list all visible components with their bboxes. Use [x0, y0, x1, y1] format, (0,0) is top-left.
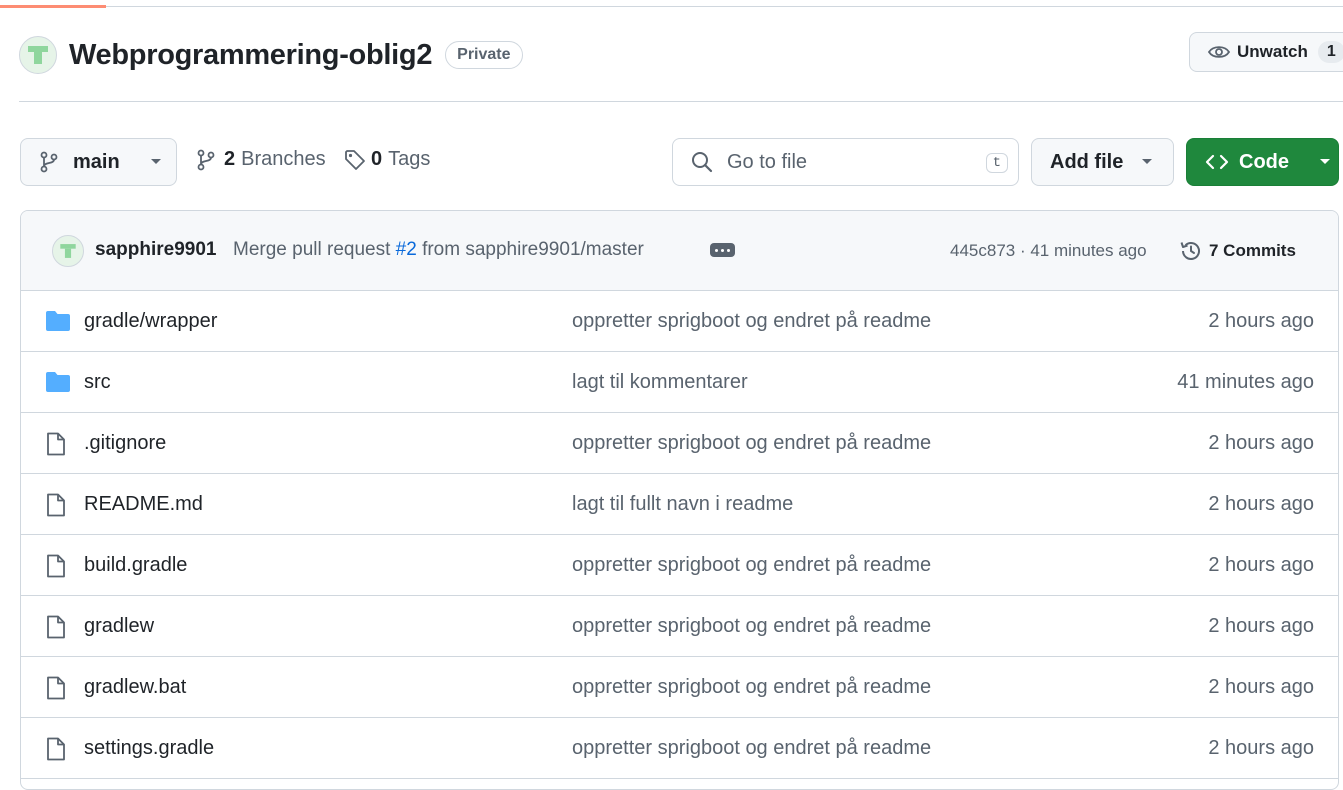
file-commit-age: 2 hours ago	[1208, 493, 1314, 515]
file-row[interactable]: settings.gradle oppretter sprigboot og en…	[21, 718, 1338, 779]
file-row[interactable]: build.gradle oppretter sprigboot og endre…	[21, 535, 1338, 596]
file-name-link[interactable]: gradle/wrapper	[84, 310, 217, 333]
file-row[interactable]: src lagt til kommentarer 41 minutes ago	[21, 352, 1338, 413]
file-commit-message[interactable]: lagt til kommentarer	[572, 371, 748, 394]
tags-label: Tags	[388, 148, 431, 170]
add-file-label: Add file	[1050, 150, 1124, 173]
code-button[interactable]: Code	[1186, 138, 1339, 186]
file-commit-age: 2 hours ago	[1208, 310, 1314, 332]
file-commit-age: 2 hours ago	[1208, 432, 1314, 454]
unwatch-label: Unwatch	[1237, 42, 1308, 61]
tags-count: 0	[371, 148, 383, 170]
file-icon	[45, 737, 67, 767]
expand-commit-button[interactable]	[710, 243, 735, 257]
file-icon	[45, 493, 67, 523]
file-commit-message[interactable]: oppretter sprigboot og endret på readme	[572, 432, 931, 455]
caret-down-icon	[150, 159, 161, 164]
file-row[interactable]: gradle/wrapper oppretter sprigboot og end…	[21, 291, 1338, 352]
pull-request-link[interactable]: #2	[396, 239, 417, 260]
unwatch-button[interactable]: Unwatch 1	[1189, 32, 1343, 72]
visibility-badge: Private	[445, 41, 523, 69]
file-row[interactable]: gradlew.bat oppretter sprigboot og endret…	[21, 657, 1338, 718]
file-name-link[interactable]: settings.gradle	[84, 737, 214, 760]
commit-message-suffix: from sapphire9901/master	[416, 239, 644, 260]
file-commit-age: 2 hours ago	[1208, 615, 1314, 637]
file-commit-message[interactable]: oppretter sprigboot og endret på readme	[572, 737, 931, 760]
folder-icon	[45, 310, 71, 338]
latest-commit-bar: sapphire9901 Merge pull request #2 from …	[21, 211, 1338, 291]
file-commit-message[interactable]: lagt til fullt navn i readme	[572, 493, 793, 516]
search-input[interactable]	[725, 149, 969, 175]
file-commit-message[interactable]: oppretter sprigboot og endret på readme	[572, 554, 931, 577]
commit-message-prefix: Merge pull request	[233, 239, 396, 260]
add-file-button[interactable]: Add file	[1031, 138, 1174, 186]
search-shortcut-key: t	[985, 153, 1008, 173]
file-row[interactable]: .gitignore oppretter sprigboot og endret …	[21, 413, 1338, 474]
owner-avatar[interactable]	[19, 36, 57, 74]
file-name-link[interactable]: build.gradle	[84, 554, 187, 577]
file-commit-age: 2 hours ago	[1208, 676, 1314, 698]
watch-count: 1	[1317, 41, 1343, 63]
file-name-link[interactable]: gradlew.bat	[84, 676, 186, 699]
file-row[interactable]: README.md lagt til fullt navn i readme 2 h…	[21, 474, 1338, 535]
file-commit-message[interactable]: oppretter sprigboot og endret på readme	[572, 310, 931, 333]
file-name-link[interactable]: gradlew	[84, 615, 154, 638]
search-icon	[692, 152, 713, 173]
file-icon	[45, 615, 67, 645]
code-icon	[1205, 154, 1229, 170]
tag-icon	[345, 149, 365, 170]
file-list: gradle/wrapper oppretter sprigboot og end…	[21, 291, 1338, 779]
header-divider	[19, 101, 1343, 102]
go-to-file-search[interactable]: t	[672, 138, 1019, 186]
file-name-link[interactable]: src	[84, 371, 111, 394]
file-icon	[45, 676, 67, 706]
repo-header: Webprogrammering-oblig2 Private	[19, 34, 523, 76]
caret-down-icon	[1320, 159, 1330, 164]
file-commit-age: 2 hours ago	[1208, 554, 1314, 576]
file-icon	[45, 554, 67, 584]
commit-message[interactable]: Merge pull request #2 from sapphire9901/…	[233, 239, 644, 261]
branch-icon	[197, 149, 215, 170]
history-icon	[1180, 242, 1200, 260]
commits-count-label: 7 Commits	[1209, 241, 1296, 260]
commits-history-link[interactable]: 7 Commits	[1179, 239, 1296, 263]
branch-icon	[40, 151, 58, 173]
commit-author-avatar[interactable]	[52, 235, 84, 267]
branches-label: Branches	[241, 148, 326, 170]
folder-icon	[45, 371, 71, 399]
commit-sha-time[interactable]: 445c873 · 41 minutes ago	[950, 241, 1147, 261]
identicon-icon	[28, 46, 48, 64]
identicon-icon	[60, 244, 76, 258]
branches-link[interactable]: 2 Branches	[196, 148, 326, 171]
file-commit-age: 2 hours ago	[1208, 737, 1314, 759]
caret-down-icon	[1142, 159, 1153, 164]
file-name-link[interactable]: .gitignore	[84, 432, 166, 455]
file-row[interactable]: gradlew oppretter sprigboot og endret på …	[21, 596, 1338, 657]
tags-link[interactable]: 0 Tags	[344, 148, 430, 171]
file-commit-message[interactable]: oppretter sprigboot og endret på readme	[572, 615, 931, 638]
file-icon	[45, 432, 67, 462]
file-name-link[interactable]: README.md	[84, 493, 203, 516]
eye-icon	[1208, 46, 1230, 58]
repo-title[interactable]: Webprogrammering-oblig2	[69, 39, 432, 72]
branch-name: main	[73, 150, 120, 173]
branches-count: 2	[224, 148, 236, 170]
commit-author[interactable]: sapphire9901	[95, 239, 216, 261]
file-browser: sapphire9901 Merge pull request #2 from …	[20, 210, 1339, 790]
branch-selector[interactable]: main	[20, 138, 177, 186]
file-commit-message[interactable]: oppretter sprigboot og endret på readme	[572, 676, 931, 699]
file-commit-age: 41 minutes ago	[1177, 371, 1314, 393]
code-label: Code	[1239, 150, 1289, 173]
page-load-progress	[0, 0, 1343, 8]
